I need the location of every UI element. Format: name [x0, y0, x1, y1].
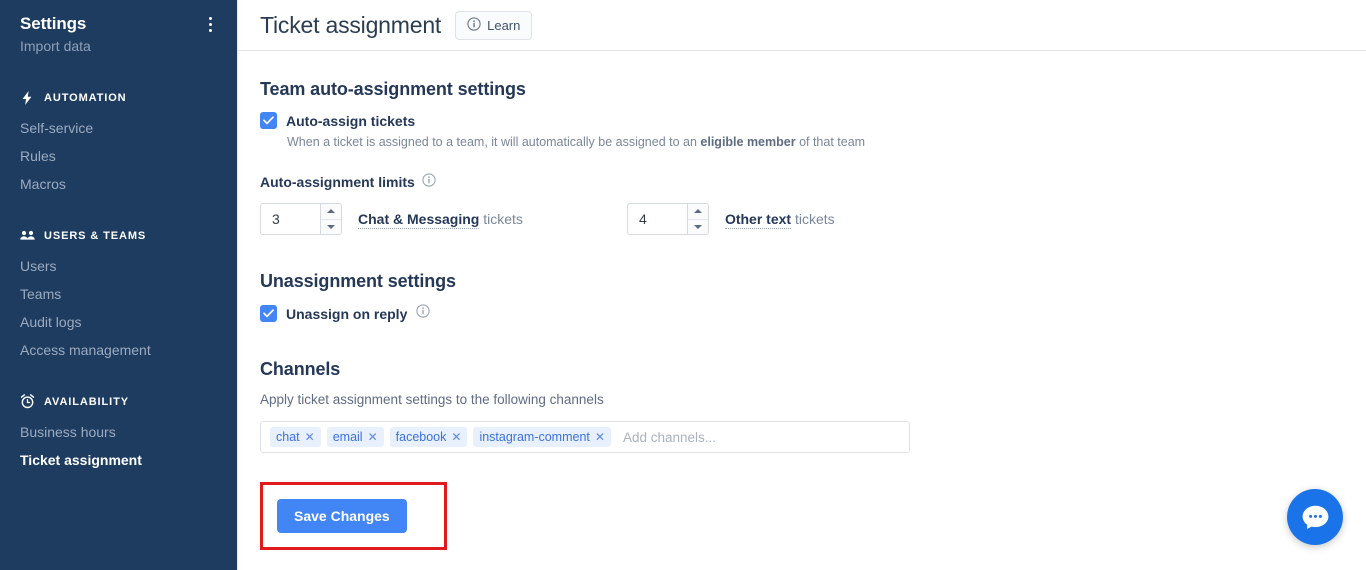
other-text-limit-label: Other text tickets: [724, 211, 835, 229]
chat-messaging-limit-label-suffix: tickets: [479, 211, 523, 227]
add-channels-placeholder[interactable]: Add channels...: [623, 430, 716, 445]
team-section-title: Team auto-assignment settings: [260, 79, 526, 99]
channel-tag-label: chat: [276, 430, 300, 444]
other-text-limit-value[interactable]: 4: [628, 204, 687, 234]
channel-tag-label: email: [332, 430, 363, 444]
lightning-bolt-icon: [20, 90, 35, 105]
channel-tag-chat[interactable]: chat ✕: [270, 427, 321, 447]
sidebar-group-label: USERS & TEAMS: [44, 229, 147, 242]
channel-tag-facebook[interactable]: facebook ✕: [389, 427, 468, 447]
info-circle-icon[interactable]: [416, 304, 431, 323]
sidebar-item-ticket-assignment[interactable]: Ticket assignment: [0, 446, 237, 474]
app-root: Settings Import data AUTOMATION Self-ser…: [0, 0, 1366, 570]
unassignment-section-title: Unassignment settings: [260, 271, 456, 291]
sidebar-item-rules[interactable]: Rules: [0, 142, 237, 170]
auto-assignment-limits-label-row: Auto-assignment limits: [260, 173, 1366, 190]
channels-section-title: Channels: [260, 359, 341, 379]
sidebar-item-business-hours[interactable]: Business hours: [0, 418, 237, 446]
sidebar-item-self-service[interactable]: Self-service: [0, 114, 237, 142]
info-circle-icon: [467, 16, 481, 34]
sidebar-group-label: AVAILABILITY: [44, 395, 129, 408]
sidebar-item-macros[interactable]: Macros: [0, 170, 237, 198]
auto-assign-description-bold: eligible member: [700, 135, 796, 149]
channels-tag-input[interactable]: chat ✕ email ✕ facebook ✕ instagram-comm…: [260, 421, 910, 453]
channels-description: Apply ticket assignment settings to the …: [260, 392, 604, 407]
stepper-up-icon[interactable]: [687, 204, 708, 220]
alarm-clock-icon: [20, 394, 35, 409]
settings-content: Team auto-assignment settings Auto-assig…: [238, 51, 1366, 550]
auto-assign-description-post: of that team: [795, 135, 866, 149]
other-text-limit-stepper[interactable]: 4: [626, 203, 709, 235]
sidebar-group-automation: AUTOMATION: [0, 90, 237, 105]
close-icon[interactable]: ✕: [451, 431, 461, 443]
sidebar-item-import-data[interactable]: Import data: [0, 37, 237, 60]
channel-tag-instagram-comment[interactable]: instagram-comment ✕: [473, 427, 611, 447]
channel-tag-email[interactable]: email ✕: [326, 427, 384, 447]
sidebar-nav: Import data AUTOMATION Self-service Rule…: [0, 38, 237, 570]
auto-assign-description: When a ticket is assigned to a team, it …: [287, 135, 1366, 149]
chat-messaging-limit-label: Chat & Messaging tickets: [358, 211, 523, 229]
other-text-limit-spinner[interactable]: [686, 204, 708, 235]
chat-messaging-limit-value[interactable]: 3: [261, 204, 320, 234]
sidebar-item-teams[interactable]: Teams: [0, 280, 237, 308]
page-title: Ticket assignment: [260, 11, 442, 38]
auto-assignment-limits-label: Auto-assignment limits: [260, 173, 415, 190]
chat-bubble-icon[interactable]: [1287, 489, 1343, 545]
chat-messaging-limit-label-bold: Chat & Messaging: [358, 211, 480, 229]
unassign-on-reply-label: Unassign on reply: [286, 305, 408, 322]
sidebar-item-access-management[interactable]: Access management: [0, 336, 237, 364]
chat-messaging-limit-spinner[interactable]: [320, 204, 341, 234]
sidebar-group-label: AUTOMATION: [44, 91, 127, 104]
channel-tag-label: facebook: [395, 430, 447, 444]
chat-messaging-limit-stepper[interactable]: 3: [260, 203, 342, 235]
auto-assign-tickets-label: Auto-assign tickets: [286, 112, 416, 129]
other-text-limit-label-bold: Other text: [724, 211, 792, 229]
auto-assign-description-pre: When a ticket is assigned to a team, it …: [287, 135, 701, 149]
people-group-icon: [20, 228, 35, 243]
kebab-menu-icon[interactable]: [201, 13, 219, 35]
info-circle-icon[interactable]: [422, 173, 436, 190]
close-icon[interactable]: ✕: [368, 431, 378, 443]
unassign-on-reply-row[interactable]: Unassign on reply: [260, 304, 1366, 323]
sidebar-item-audit-logs[interactable]: Audit logs: [0, 308, 237, 336]
auto-assign-tickets-row[interactable]: Auto-assign tickets: [260, 112, 1366, 129]
stepper-down-icon[interactable]: [688, 220, 708, 235]
learn-button[interactable]: Learn: [455, 10, 533, 40]
sidebar-group-availability: AVAILABILITY: [0, 394, 237, 409]
save-changes-button[interactable]: Save Changes: [277, 499, 407, 533]
close-icon[interactable]: ✕: [595, 431, 605, 443]
save-button-highlight: Save Changes: [260, 482, 447, 550]
close-icon[interactable]: ✕: [305, 431, 315, 443]
settings-sidebar: Settings Import data AUTOMATION Self-ser…: [0, 0, 238, 570]
stepper-up-icon[interactable]: [321, 204, 341, 220]
unassign-on-reply-checkbox[interactable]: [260, 305, 277, 322]
other-text-limit-label-suffix: tickets: [791, 211, 835, 227]
channel-tag-label: instagram-comment: [479, 430, 590, 444]
sidebar-group-users-teams: USERS & TEAMS: [0, 228, 237, 243]
main-content: Ticket assignment Learn Team auto-assign…: [238, 0, 1366, 570]
auto-assign-tickets-checkbox[interactable]: [260, 112, 277, 129]
page-header: Ticket assignment Learn: [238, 0, 1366, 51]
learn-button-label: Learn: [487, 17, 521, 33]
auto-assignment-limits-row: 3 Chat & Messaging tickets 4 Other text: [260, 203, 1366, 235]
sidebar-item-users[interactable]: Users: [0, 252, 237, 280]
stepper-down-icon[interactable]: [321, 220, 341, 235]
sidebar-title: Settings: [20, 14, 87, 33]
